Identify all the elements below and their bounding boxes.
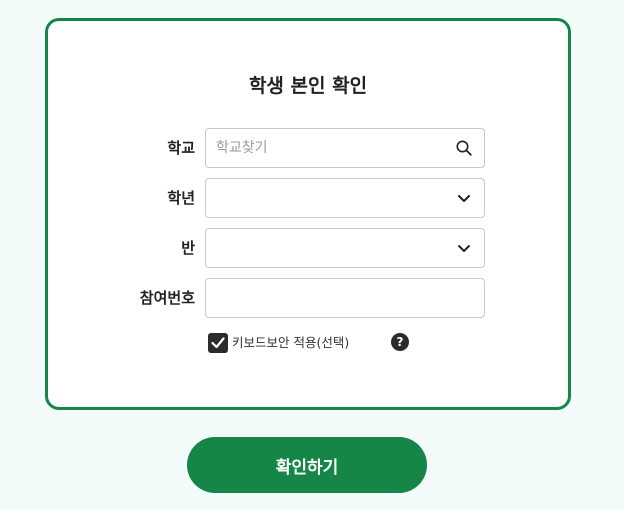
class-select-value xyxy=(216,229,436,267)
chevron-down-icon xyxy=(456,240,472,256)
keyboard-security-checkbox[interactable] xyxy=(208,333,228,353)
keyboard-security-option: 키보드보안 적용(선택) ? xyxy=(208,333,488,355)
participant-number-field[interactable] xyxy=(205,278,485,318)
grade-label: 학년 xyxy=(167,189,195,207)
search-icon[interactable] xyxy=(456,140,472,156)
confirm-button[interactable]: 확인하기 xyxy=(187,437,427,493)
keyboard-security-label[interactable]: 키보드보안 적용(선택) xyxy=(232,333,349,353)
chevron-down-icon xyxy=(456,190,472,206)
help-icon[interactable]: ? xyxy=(391,333,409,351)
class-label: 반 xyxy=(181,239,195,257)
participant-number-label: 참여번호 xyxy=(139,289,195,307)
class-row: 반 xyxy=(48,228,568,268)
grade-select-value xyxy=(216,179,436,217)
grade-row: 학년 xyxy=(48,178,568,218)
school-search-input[interactable] xyxy=(216,129,436,167)
participant-number-row: 참여번호 xyxy=(48,278,568,318)
class-select[interactable] xyxy=(205,228,485,268)
checkmark-icon xyxy=(211,337,225,349)
school-row: 학교 xyxy=(48,128,568,168)
school-label: 학교 xyxy=(167,139,195,157)
school-search-field[interactable] xyxy=(205,128,485,168)
student-verification-card: 학생 본인 확인 학교 학년 반 xyxy=(45,18,571,410)
grade-select[interactable] xyxy=(205,178,485,218)
page-title: 학생 본인 확인 xyxy=(248,75,368,97)
participant-number-input[interactable] xyxy=(216,279,436,317)
